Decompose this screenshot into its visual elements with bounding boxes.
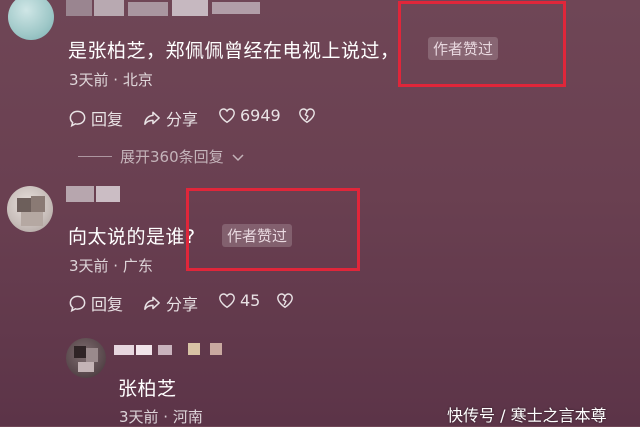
- comment-meta: 3天前 · 广东: [69, 257, 153, 275]
- reply-meta: 3天前 · 河南: [119, 408, 203, 426]
- comment-actions: 回复 分享 6949: [68, 106, 328, 130]
- comment-actions: 回复 分享 45: [68, 291, 308, 315]
- comment-meta: 3天前 · 北京: [69, 71, 153, 89]
- divider-dash: [78, 156, 112, 157]
- reply-label: 回复: [91, 295, 124, 314]
- username-pixelated: [66, 186, 126, 206]
- broken-heart-icon: [276, 292, 294, 309]
- reply-button[interactable]: 回复: [68, 106, 123, 130]
- share-icon: [142, 109, 162, 128]
- avatar[interactable]: [8, 0, 54, 40]
- reply-text: 张柏芝: [118, 378, 177, 400]
- highlight-box: [186, 188, 360, 271]
- dislike-button[interactable]: [276, 292, 294, 309]
- dislike-button[interactable]: [298, 107, 316, 124]
- comment-text: 向太说的是谁?: [68, 226, 196, 248]
- share-button[interactable]: 分享: [142, 291, 198, 315]
- username-pixelated: [114, 343, 234, 359]
- share-label: 分享: [166, 110, 199, 129]
- avatar[interactable]: [7, 186, 53, 232]
- watermark: 快传号 / 寒士之言本尊: [447, 406, 607, 425]
- chevron-down-icon: [232, 148, 244, 166]
- share-icon: [142, 294, 162, 313]
- like-button[interactable]: 6949: [218, 106, 281, 125]
- reply-button[interactable]: 回复: [68, 291, 123, 315]
- comment-text: 是张柏芝，郑佩佩曾经在电视上说过，: [68, 40, 400, 62]
- reply-label: 回复: [91, 110, 124, 129]
- heart-icon: [218, 107, 236, 124]
- share-button[interactable]: 分享: [142, 106, 198, 130]
- like-count: 45: [240, 291, 261, 310]
- username-pixelated: [66, 0, 266, 18]
- expand-replies-label: 展开360条回复: [120, 148, 224, 166]
- broken-heart-icon: [298, 107, 316, 124]
- comment-icon: [68, 294, 87, 313]
- expand-replies-button[interactable]: 展开360条回复: [78, 146, 244, 167]
- highlight-box: [398, 1, 566, 87]
- comment-icon: [68, 109, 87, 128]
- share-label: 分享: [166, 295, 199, 314]
- like-count: 6949: [240, 106, 281, 125]
- avatar[interactable]: [66, 338, 106, 378]
- heart-icon: [218, 292, 236, 309]
- like-button[interactable]: 45: [218, 291, 260, 310]
